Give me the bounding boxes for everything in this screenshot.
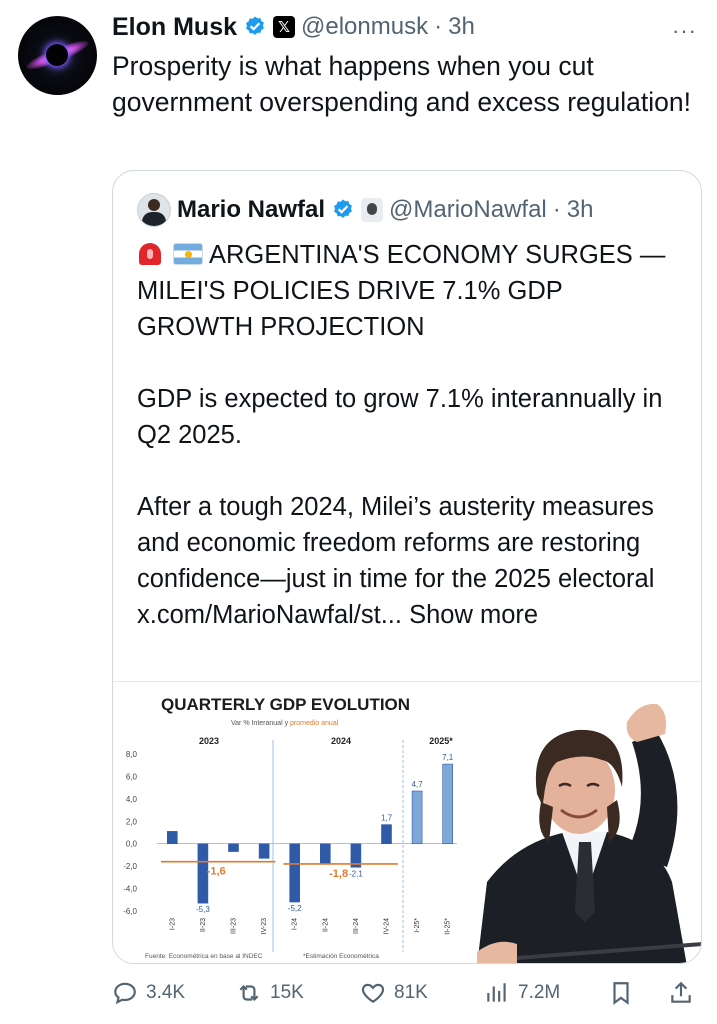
x-category-label: I-25* [414,918,421,933]
tweet-time[interactable]: 3h [448,13,475,41]
author-avatar[interactable] [18,16,97,95]
more-options-icon[interactable]: ··· [672,18,697,44]
y-tick-label: 8,0 [126,750,138,759]
repost-icon [239,984,259,1002]
bar [381,824,392,845]
y-tick-label: 6,0 [126,772,138,781]
separator-dot: · [552,196,561,223]
year-label: 2023 [199,736,219,746]
bar [166,831,178,845]
views-button[interactable]: 7.2M [484,980,560,1006]
heart-icon [361,983,385,1003]
paragraph-2-text: After a tough 2024, Milei’s austerity me… [137,493,655,593]
x-category-label: II-24 [322,918,329,932]
quote-paragraph-2: After a tough 2024, Milei’s austerity me… [137,489,682,633]
bookmark-button[interactable] [608,980,634,1006]
quoted-tweet[interactable]: Mario Nawfal @MarioNawfal · 3h ARGENTINA… [112,170,702,964]
x-category-label: I-23 [169,918,176,930]
like-count: 81K [394,982,428,1003]
bar-value-label: 1,7 [381,814,393,823]
action-bar: 3.4K 15K 81K 7.2M [0,972,717,1014]
y-tick-label: 0,0 [126,840,138,849]
like-button[interactable]: 81K [360,980,428,1006]
bar [411,790,423,845]
subtitle-part-2: promedio anual [290,720,339,727]
bar [258,843,270,859]
x-affiliate-badge-icon: 𝕏 [273,16,296,38]
author-handle[interactable]: @elonmusk [301,13,428,41]
politician-photo [457,682,701,963]
y-tick-label: 4,0 [126,795,138,804]
bookmark-icon [613,982,629,1005]
x-category-label: III-23 [231,918,238,934]
reply-count: 3.4K [146,982,186,1003]
headline-text: ARGENTINA'S ECONOMY SURGES —MILEI'S POLI… [137,241,666,341]
siren-emoji-icon [137,239,163,267]
tweet-text: Prosperity is what happens when you cut … [112,51,691,117]
repost-button[interactable]: 15K [236,980,304,1006]
bar-value-label: -5,3 [196,905,210,914]
reply-icon [114,982,136,1005]
views-bar-chart-icon [487,983,506,1002]
year-label: 2024 [331,736,351,746]
x-category-label: I-24 [292,918,299,930]
share-icon [671,981,691,1003]
truncated-link[interactable]: x.com/MarioNawfal/st... [137,601,402,629]
chart-subtitle: Var % Interanual y promedio anual [231,720,339,727]
chart-title: QUARTERLY GDP EVOLUTION [161,695,410,714]
separator-dot: · [434,13,443,40]
argentina-flag-icon [173,243,203,265]
quote-body: ARGENTINA'S ECONOMY SURGES —MILEI'S POLI… [137,237,682,633]
bar-value-label: -5,2 [288,904,302,913]
x-category-label: III-24 [353,918,360,934]
reply-button[interactable]: 3.4K [112,980,185,1006]
chart-source-footnote: Fuente: Econométrica en base al INDEC [145,953,263,960]
bar [442,763,454,845]
tweet-header: Elon Musk 𝕏 @elonmusk · 3h [112,8,475,46]
bar-value-label: -2,1 [349,869,363,878]
chart-estimate-footnote: *Estimación Econométrica [303,953,379,960]
quote-author-name[interactable]: Mario Nawfal [177,196,325,224]
x-category-label: II-23 [200,918,207,932]
quote-author-avatar[interactable] [137,193,171,227]
repost-count: 15K [270,982,304,1003]
x-category-label: IV-24 [384,918,391,934]
affiliate-badge-icon [361,198,384,222]
y-tick-label: -4,0 [123,885,137,894]
average-label: -1,8 [329,868,348,880]
y-tick-label: -2,0 [123,862,137,871]
bar [289,843,300,903]
quote-header: Mario Nawfal @MarioNawfal · 3h [137,193,593,227]
quote-time[interactable]: 3h [567,196,594,224]
verified-badge-icon [246,16,264,35]
year-label: 2025* [429,736,453,746]
bar-value-label: 4,7 [412,780,424,789]
quote-paragraph-1: GDP is expected to grow 7.1% interannual… [137,385,663,449]
gdp-chart: QUARTERLY GDP EVOLUTION Var % Interanual … [123,695,463,960]
quote-author-handle[interactable]: @MarioNawfal [389,196,547,224]
quote-media[interactable]: QUARTERLY GDP EVOLUTION Var % Interanual … [113,681,701,963]
subtitle-part-1: Var % Interanual y [231,720,290,727]
view-count: 7.2M [518,982,561,1003]
show-more-link[interactable]: Show more [409,601,538,629]
x-category-label: II-25* [445,918,452,935]
quote-headline: ARGENTINA'S ECONOMY SURGES —MILEI'S POLI… [137,237,682,345]
author-name[interactable]: Elon Musk [112,13,237,42]
bar [320,843,331,865]
average-label: -1,6 [207,866,226,878]
bar-value-label: 7,1 [442,753,454,762]
y-tick-label: -6,0 [123,907,137,916]
x-category-label: IV-23 [261,918,268,934]
y-tick-label: 2,0 [126,817,138,826]
verified-badge-icon [334,199,352,218]
share-button[interactable] [668,980,694,1006]
bar [228,843,239,852]
